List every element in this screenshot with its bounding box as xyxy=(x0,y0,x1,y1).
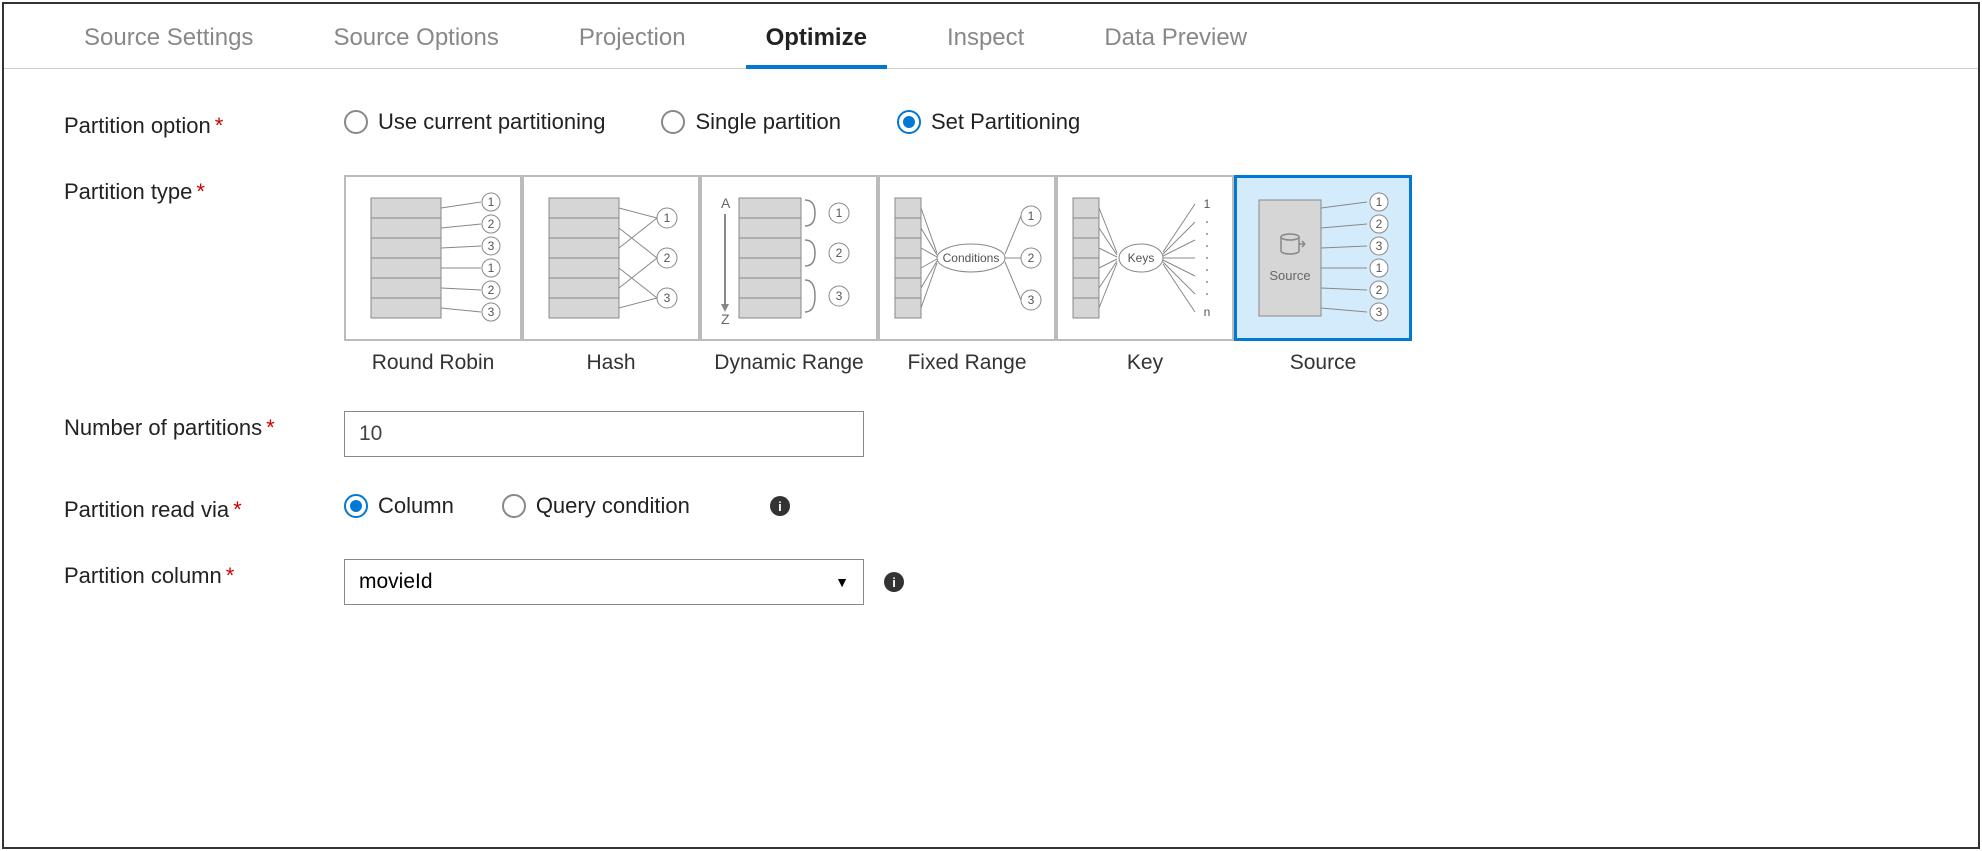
partition-type-key-label: Key xyxy=(1127,351,1163,375)
svg-text:Source: Source xyxy=(1269,268,1310,283)
fixed-range-icon: Conditions 1 2 3 xyxy=(889,188,1045,328)
svg-text:1: 1 xyxy=(1204,197,1211,211)
svg-text:1: 1 xyxy=(1376,195,1383,209)
tab-source-options[interactable]: Source Options xyxy=(293,4,538,68)
partition-type-hash-label: Hash xyxy=(586,351,635,375)
radio-use-current-partitioning[interactable]: Use current partitioning xyxy=(344,109,605,135)
svg-text:2: 2 xyxy=(488,217,495,231)
partition-option-group: Use current partitioning Single partitio… xyxy=(344,109,1918,135)
svg-text:3: 3 xyxy=(488,239,495,253)
tab-inspect[interactable]: Inspect xyxy=(907,4,1064,68)
num-partitions-label: Number of partitions* xyxy=(64,411,344,441)
radio-set-partitioning[interactable]: Set Partitioning xyxy=(897,109,1080,135)
svg-text:A: A xyxy=(721,195,731,211)
svg-text:Keys: Keys xyxy=(1128,251,1155,265)
source-icon: Source 1 xyxy=(1245,188,1401,328)
radio-single-partition[interactable]: Single partition xyxy=(661,109,841,135)
svg-text:1: 1 xyxy=(1376,261,1383,275)
tab-projection[interactable]: Projection xyxy=(539,4,726,68)
partition-type-round-robin-label: Round Robin xyxy=(372,351,495,375)
round-robin-icon: 1 2 3 1 2 3 xyxy=(355,188,511,328)
svg-text:Conditions: Conditions xyxy=(943,251,1000,265)
info-icon[interactable]: i xyxy=(770,496,790,516)
svg-text:n: n xyxy=(1204,305,1211,319)
partition-type-source[interactable]: Source 1 xyxy=(1234,175,1412,341)
partition-type-dynamic-range-label: Dynamic Range xyxy=(714,351,863,375)
key-icon: Keys xyxy=(1067,188,1223,328)
tab-optimize[interactable]: Optimize xyxy=(726,4,907,68)
partition-type-dynamic-range[interactable]: A Z xyxy=(700,175,878,341)
svg-text:3: 3 xyxy=(488,305,495,319)
partition-type-round-robin[interactable]: 1 2 3 1 2 3 xyxy=(344,175,522,341)
svg-text:1: 1 xyxy=(1028,209,1035,223)
svg-text:2: 2 xyxy=(836,246,843,260)
num-partitions-input[interactable] xyxy=(344,411,864,457)
svg-text:2: 2 xyxy=(664,251,671,265)
svg-text:1: 1 xyxy=(664,211,671,225)
partition-option-label: Partition option* xyxy=(64,109,344,139)
tab-source-settings[interactable]: Source Settings xyxy=(44,4,293,68)
partition-read-via-label: Partition read via* xyxy=(64,493,344,523)
svg-text:3: 3 xyxy=(836,289,843,303)
partition-read-via-group: Column Query condition xyxy=(344,493,690,519)
info-icon[interactable]: i xyxy=(884,572,904,592)
partition-type-key[interactable]: Keys xyxy=(1056,175,1234,341)
hash-icon: 1 2 3 xyxy=(533,188,689,328)
svg-text:2: 2 xyxy=(1028,251,1035,265)
partition-column-select[interactable]: movieId ▼ xyxy=(344,559,864,605)
chevron-down-icon: ▼ xyxy=(835,574,849,590)
partition-type-source-label: Source xyxy=(1290,351,1357,375)
svg-text:3: 3 xyxy=(1028,293,1035,307)
partition-type-hash[interactable]: 1 2 3 xyxy=(522,175,700,341)
partition-column-label: Partition column* xyxy=(64,559,344,589)
dynamic-range-icon: A Z xyxy=(711,188,867,328)
svg-text:3: 3 xyxy=(664,291,671,305)
svg-text:1: 1 xyxy=(488,195,495,209)
svg-text:2: 2 xyxy=(1376,283,1383,297)
svg-text:3: 3 xyxy=(1376,305,1383,319)
partition-type-label: Partition type* xyxy=(64,175,344,205)
partition-type-fixed-range[interactable]: Conditions 1 2 3 xyxy=(878,175,1056,341)
tab-bar: Source Settings Source Options Projectio… xyxy=(4,4,1978,69)
svg-text:1: 1 xyxy=(836,206,843,220)
radio-query-condition[interactable]: Query condition xyxy=(502,493,690,519)
partition-type-fixed-range-label: Fixed Range xyxy=(907,351,1026,375)
svg-text:2: 2 xyxy=(1376,217,1383,231)
radio-column[interactable]: Column xyxy=(344,493,454,519)
svg-text:1: 1 xyxy=(488,261,495,275)
tab-data-preview[interactable]: Data Preview xyxy=(1064,4,1287,68)
svg-text:3: 3 xyxy=(1376,239,1383,253)
partition-type-cards: 1 2 3 1 2 3 Round Robin xyxy=(344,175,1918,375)
svg-text:2: 2 xyxy=(488,283,495,297)
svg-text:Z: Z xyxy=(721,311,730,327)
